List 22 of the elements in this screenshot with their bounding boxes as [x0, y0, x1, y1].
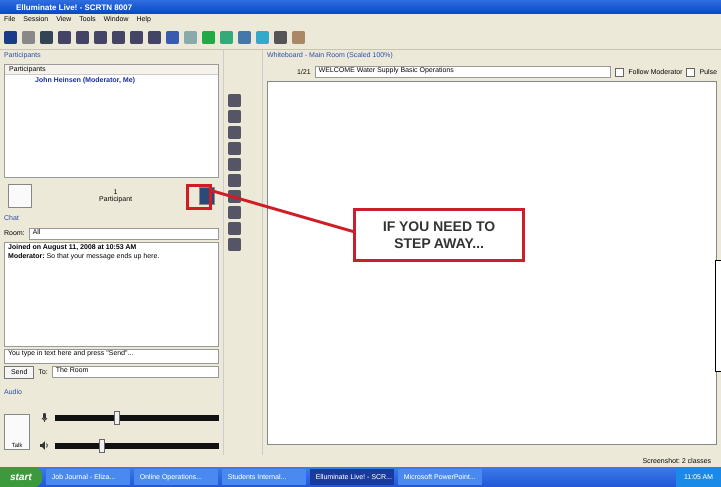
toolbar-icon[interactable]	[274, 30, 287, 44]
speaker-icon	[40, 441, 49, 450]
toolbar-icon[interactable]	[40, 30, 53, 44]
pulse-checkbox[interactable]	[686, 68, 696, 76]
toolbar-icon[interactable]	[112, 30, 125, 44]
toolbar-icon[interactable]	[148, 30, 161, 44]
microphone-icon	[40, 413, 49, 422]
window-title: Elluminate Live! - SCRTN 8007	[0, 0, 721, 14]
toolbar-icon[interactable]	[58, 30, 71, 44]
slider-thumb[interactable]	[99, 438, 106, 453]
callout-text: IF YOU NEED TO STEP AWAY...	[353, 208, 525, 262]
toolbar-icon[interactable]	[76, 30, 89, 44]
follow-checkbox[interactable]	[615, 68, 624, 76]
toolbar-icon[interactable]	[166, 30, 179, 44]
toolbar-icon[interactable]	[238, 30, 251, 44]
highlight-frame	[186, 184, 212, 210]
toolbar-icon[interactable]	[130, 30, 143, 44]
toolbar-icon[interactable]	[4, 30, 17, 44]
slider-thumb[interactable]	[114, 410, 120, 425]
whiteboard-canvas[interactable]	[267, 81, 717, 445]
start-button[interactable]: start	[0, 467, 42, 487]
toolbar-icon[interactable]	[94, 30, 107, 44]
